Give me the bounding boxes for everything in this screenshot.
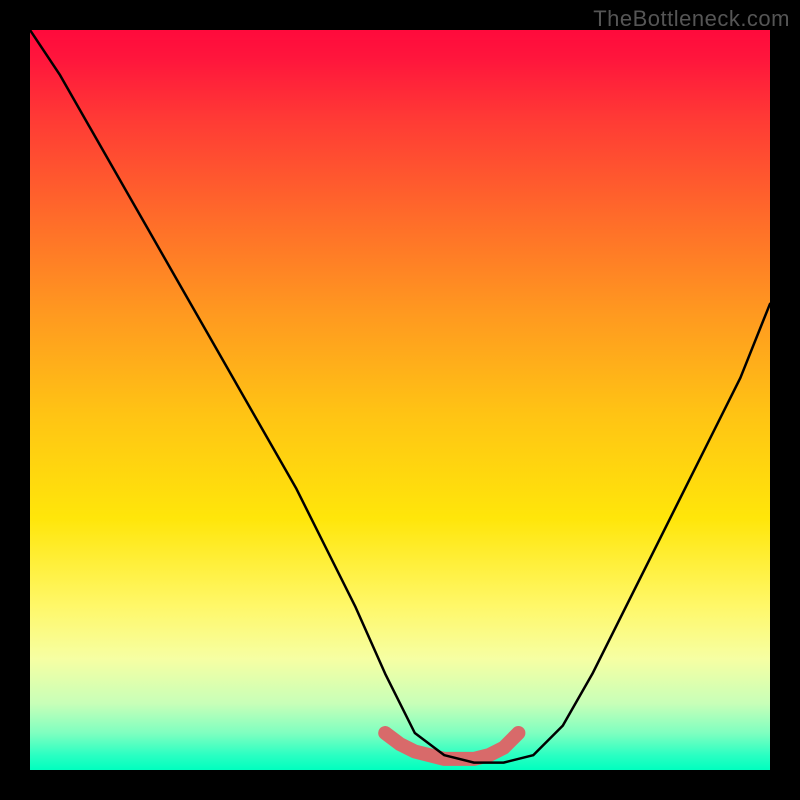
curve-layer <box>30 30 770 770</box>
plot-area <box>30 30 770 770</box>
optimal-region-highlight <box>385 733 518 759</box>
watermark-text: TheBottleneck.com <box>593 6 790 32</box>
chart-frame: TheBottleneck.com <box>0 0 800 800</box>
bottleneck-curve-line <box>30 30 770 763</box>
